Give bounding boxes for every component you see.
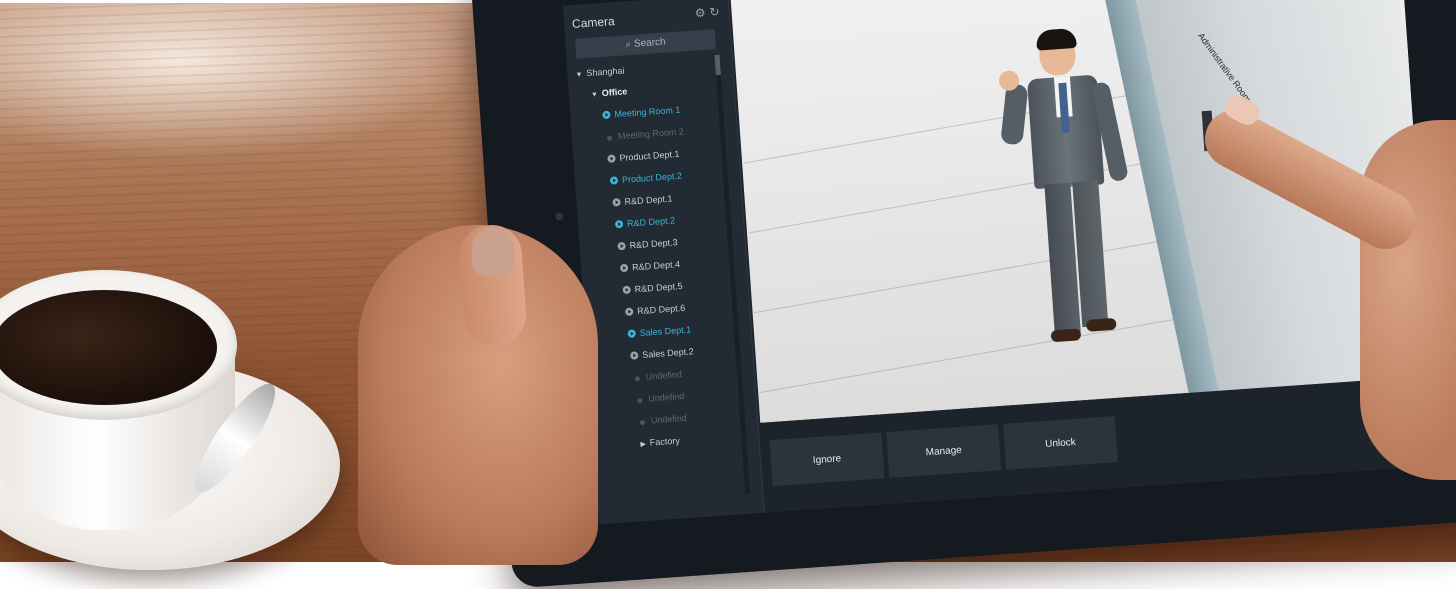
refresh-icon[interactable]: ↻ [709, 5, 720, 20]
play-icon [612, 198, 621, 207]
tree-group-shanghai[interactable]: ▼ Shanghai [575, 63, 625, 80]
tree-group-office[interactable]: ▼ Office [590, 84, 628, 101]
play-icon [609, 176, 619, 185]
tree-camera-item[interactable]: Sales Dept.2 [630, 344, 694, 362]
play-icon [624, 307, 634, 316]
right-hand [1360, 120, 1456, 480]
sidebar-header: Camera ⚙ ↻ [571, 5, 722, 33]
tree-item-label: Undefind [647, 391, 685, 404]
ignore-button[interactable]: Ignore [769, 432, 885, 487]
scrollbar-thumb[interactable] [714, 54, 721, 76]
manage-button[interactable]: Manage [886, 424, 1002, 478]
play-icon [607, 154, 616, 163]
play-icon [627, 329, 637, 338]
play-icon [630, 351, 639, 360]
raised-arm [1000, 83, 1029, 146]
tree-camera-item[interactable]: Undefind [637, 411, 687, 428]
camera-tree: ▼ Shanghai ▼ Office Meeting Room 1 Meeting… [567, 57, 717, 448]
tree-item-label: Shanghai [586, 65, 625, 79]
tree-item-label: Sales Dept.2 [641, 346, 695, 360]
tree-group-factory[interactable]: ▶ Factory [640, 434, 680, 451]
tree-item-label: Product Dept.2 [621, 170, 683, 185]
tree-camera-item[interactable]: R&D Dept.6 [624, 301, 686, 319]
left-thumbnail [472, 228, 514, 276]
tree-item-label: Undefind [645, 369, 683, 382]
caret-right-icon: ▶ [640, 440, 647, 449]
tree-camera-item[interactable]: Meeting Room 1 [602, 103, 681, 122]
tree-item-label: Sales Dept.1 [639, 324, 692, 339]
tree-item-label: Office [601, 86, 628, 99]
tree-item-label: Product Dept.1 [619, 148, 680, 164]
search-input[interactable]: ⌕ Search [575, 29, 717, 59]
caret-down-icon: ▼ [575, 71, 583, 79]
offline-dot-icon [634, 376, 641, 382]
tree-item-label: R&D Dept.4 [631, 259, 681, 273]
tree-camera-item[interactable]: Undefind [632, 367, 682, 384]
tree-camera-item[interactable]: R&D Dept.1 [612, 191, 673, 209]
play-icon [614, 219, 624, 229]
tree-camera-item[interactable]: R&D Dept.5 [622, 279, 683, 297]
tree-camera-item[interactable]: Sales Dept.1 [627, 322, 691, 340]
tree-item-label: R&D Dept.6 [636, 302, 686, 317]
play-icon [619, 263, 629, 273]
unlock-button[interactable]: Unlock [1002, 416, 1118, 470]
tree-camera-item[interactable]: R&D Dept.2 [614, 213, 676, 231]
tree-camera-item[interactable]: R&D Dept.3 [617, 235, 678, 253]
offline-dot-icon [606, 135, 613, 141]
tree-item-label: Factory [649, 435, 681, 448]
play-icon [622, 285, 631, 295]
tree-item-label: R&D Dept.5 [634, 280, 683, 295]
hair [1035, 27, 1077, 51]
tree-camera-item[interactable]: Product Dept.1 [607, 147, 680, 166]
caret-down-icon: ▼ [590, 91, 599, 99]
sidebar-title: Camera [571, 14, 616, 31]
play-icon [602, 110, 611, 120]
tree-item-label: Undefind [650, 412, 688, 426]
visitor-person [996, 27, 1157, 347]
search-icon: ⌕ [625, 38, 632, 51]
tree-item-label: R&D Dept.2 [626, 215, 676, 229]
tree-camera-item[interactable]: Meeting Room 2 [604, 124, 684, 143]
tree-item-label: Meeting Room 2 [617, 126, 685, 142]
tree-camera-item[interactable]: Undefind [635, 389, 685, 406]
right-shoe [1085, 317, 1117, 332]
offline-dot-icon [637, 398, 643, 404]
search-placeholder: Search [633, 36, 667, 50]
offline-dot-icon [639, 419, 646, 426]
tablet-camera [555, 212, 564, 221]
left-shoe [1050, 328, 1082, 343]
tree-item-label: R&D Dept.3 [629, 237, 678, 251]
tablet: Camera ⚙ ↻ ⌕ Search ▼ Shanghai ▼ Office Mee… [470, 0, 1456, 589]
tree-camera-item[interactable]: R&D Dept.4 [619, 257, 681, 275]
tablet-screen: Camera ⚙ ↻ ⌕ Search ▼ Shanghai ▼ Office Mee… [562, 0, 1437, 525]
coffee [0, 290, 217, 405]
gear-icon[interactable]: ⚙ [694, 6, 706, 21]
tree-camera-item[interactable]: Product Dept.2 [609, 169, 683, 188]
tree-item-label: Meeting Room 1 [614, 104, 681, 120]
play-icon [617, 241, 626, 251]
tree-item-label: R&D Dept.1 [624, 193, 673, 207]
